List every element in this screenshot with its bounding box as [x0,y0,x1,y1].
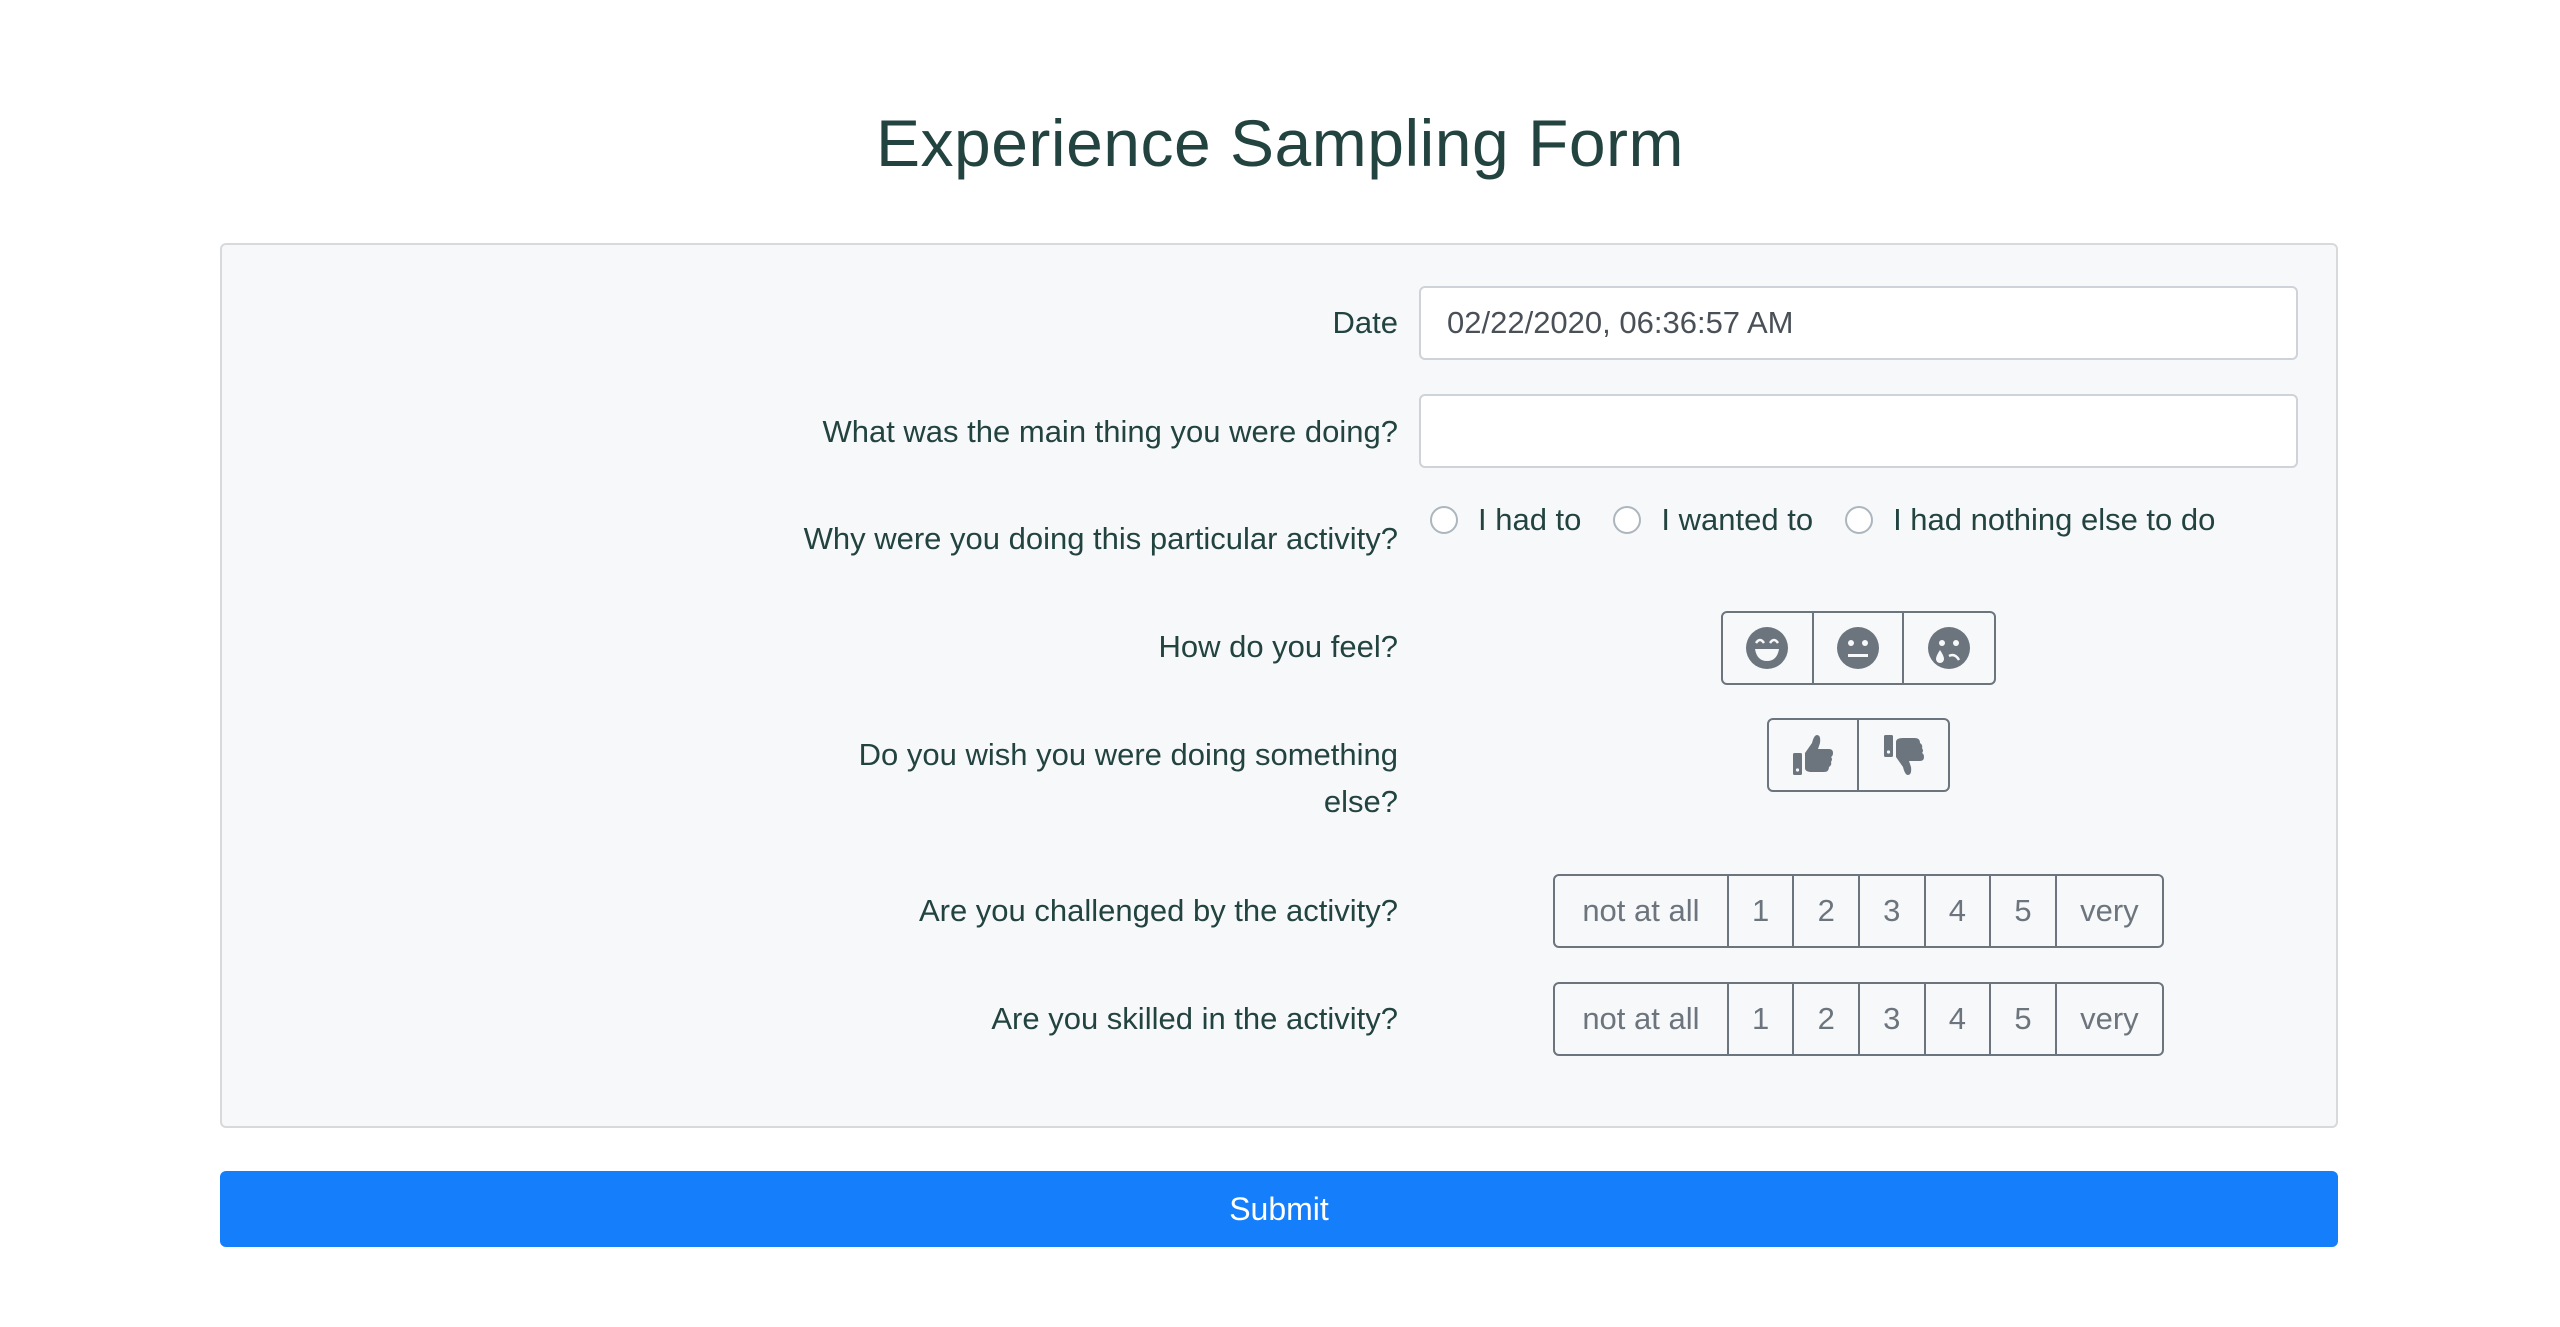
challenged-option-3[interactable]: 3 [1860,876,1926,946]
reason-label: Why were you doing this particular activ… [803,521,1398,556]
thumbs-down-icon [1883,735,1924,775]
reason-option-label: I had nothing else to do [1893,502,2216,537]
submit-button[interactable]: Submit [220,1171,2338,1247]
skilled-option-3[interactable]: 3 [1860,984,1926,1054]
page-title: Experience Sampling Form [876,106,1684,180]
wish-else-yes-button[interactable] [1769,720,1859,790]
challenged-option-2[interactable]: 2 [1794,876,1860,946]
grin-beam-icon [1746,627,1789,669]
reason-radio-group: I had to I wanted to I had nothing else … [1430,502,2247,538]
challenged-option-1[interactable]: 1 [1729,876,1795,946]
reason-option-wanted-to[interactable]: I wanted to [1613,502,1813,538]
wish-else-button-group [1767,718,1950,792]
skilled-option-4[interactable]: 4 [1926,984,1992,1054]
skilled-option-not-at-all[interactable]: not at all [1555,984,1729,1054]
feeling-button-group [1721,611,1996,685]
skilled-option-1[interactable]: 1 [1729,984,1795,1054]
date-input[interactable] [1419,286,2298,360]
skilled-option-5[interactable]: 5 [1991,984,2057,1054]
feeling-label: How do you feel? [1158,629,1398,664]
skilled-option-very[interactable]: very [2057,984,2162,1054]
radio-button[interactable] [1845,506,1874,534]
challenged-option-very[interactable]: very [2057,876,2162,946]
feeling-neutral-button[interactable] [1814,613,1905,683]
activity-label: What was the main thing you were doing? [822,414,1398,449]
reason-option-had-to[interactable]: I had to [1430,502,1581,538]
radio-button[interactable] [1430,506,1458,534]
wish-else-no-button[interactable] [1859,720,1948,790]
feeling-happy-button[interactable] [1723,613,1814,683]
feeling-sad-button[interactable] [1904,613,1994,683]
thumbs-up-icon [1793,735,1833,775]
skilled-option-2[interactable]: 2 [1794,984,1860,1054]
radio-button[interactable] [1613,506,1642,534]
skilled-label: Are you skilled in the activity? [991,1001,1398,1036]
challenged-option-5[interactable]: 5 [1991,876,2057,946]
challenged-scale: not at all 1 2 3 4 5 very [1553,874,2164,948]
challenged-option-4[interactable]: 4 [1926,876,1992,946]
reason-option-label: I wanted to [1661,502,1814,537]
wish-else-label: Do you wish you were doing something els… [858,737,1398,819]
date-label: Date [1332,305,1398,340]
activity-input[interactable] [1419,394,2298,468]
challenged-option-not-at-all[interactable]: not at all [1555,876,1729,946]
meh-icon [1837,627,1879,669]
reason-option-nothing-else[interactable]: I had nothing else to do [1845,502,2215,538]
challenged-label: Are you challenged by the activity? [918,893,1398,928]
sad-tear-icon [1928,627,1971,669]
reason-option-label: I had to [1478,502,1582,537]
skilled-scale: not at all 1 2 3 4 5 very [1553,982,2164,1056]
